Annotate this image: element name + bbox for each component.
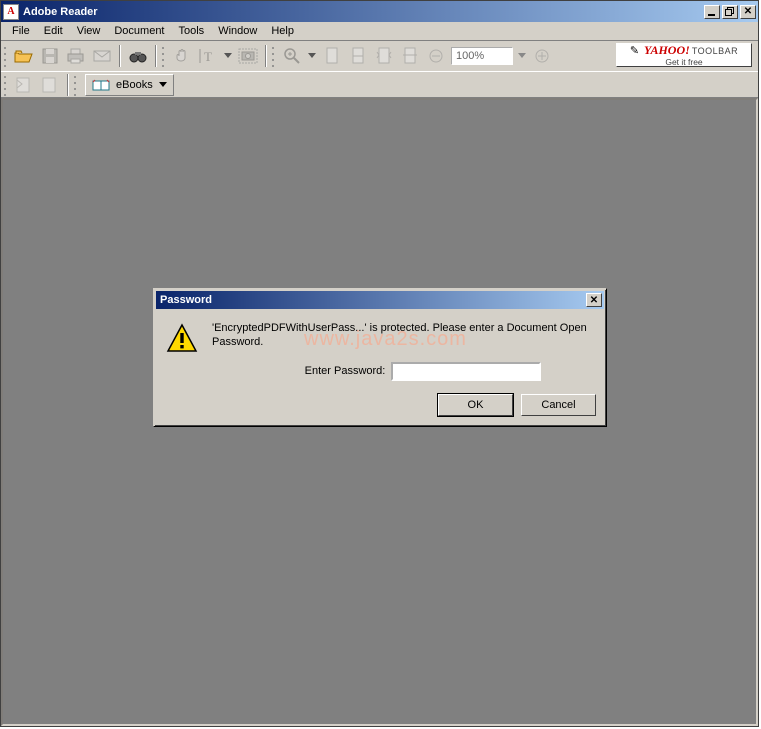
toolbar-grip[interactable] [3, 74, 9, 96]
open-folder-icon [14, 48, 34, 64]
page-icon [351, 47, 365, 65]
menu-edit[interactable]: Edit [37, 23, 70, 39]
password-label: Enter Password: [305, 365, 386, 377]
single-page-button[interactable] [320, 44, 344, 68]
binoculars-icon [129, 48, 147, 64]
zoom-out-button[interactable] [424, 44, 448, 68]
envelope-icon [93, 49, 111, 63]
open-button[interactable] [12, 44, 36, 68]
yahoo-toolbar-text: TOOLBAR [692, 47, 738, 56]
toolbar-separator [265, 45, 267, 67]
menu-document[interactable]: Document [107, 23, 171, 39]
plus-circle-icon [534, 48, 550, 64]
zoom-value[interactable]: 100% [451, 47, 513, 65]
review-button[interactable] [12, 73, 36, 97]
zoom-dropdown[interactable] [305, 47, 319, 65]
menu-help[interactable]: Help [264, 23, 301, 39]
hand-icon [174, 47, 190, 65]
zoom-in-button[interactable] [530, 44, 554, 68]
window-controls: ✕ [702, 5, 756, 19]
ebooks-label: eBooks [116, 79, 153, 91]
snapshot-button[interactable] [236, 44, 260, 68]
restore-button[interactable] [722, 5, 738, 19]
magnifier-icon [283, 47, 301, 65]
ebooks-button[interactable]: eBooks [85, 74, 174, 96]
toolbar-separator [155, 45, 157, 67]
zoom-button[interactable] [280, 44, 304, 68]
fit-page-icon [402, 47, 418, 65]
fit-page-button[interactable] [372, 44, 396, 68]
dialog-title-text: Password [160, 294, 212, 306]
svg-text:T: T [204, 49, 212, 64]
minimize-button[interactable] [704, 5, 720, 19]
ebook-icon [92, 78, 110, 92]
application-window: A Adobe Reader ✕ File Edit View Document… [0, 0, 759, 727]
yahoo-subtext: Get it free [665, 58, 702, 67]
yahoo-toolbar-ad[interactable]: ✎ YAHOO! TOOLBAR Get it free [616, 43, 752, 67]
menu-file[interactable]: File [5, 23, 37, 39]
dialog-content: 'EncryptedPDFWithUserPass...' is protect… [212, 321, 594, 381]
ok-button[interactable]: OK [438, 394, 513, 416]
pencil-icon: ✎ [630, 46, 639, 57]
menu-view[interactable]: View [70, 23, 108, 39]
menubar: File Edit View Document Tools Window Hel… [1, 22, 758, 41]
dialog-buttons: OK Cancel [154, 394, 606, 426]
chevron-down-icon [159, 82, 167, 88]
select-text-button[interactable]: T [196, 44, 220, 68]
toolbar-grip[interactable] [73, 74, 79, 96]
diskette-icon [42, 48, 58, 64]
minus-circle-icon [428, 48, 444, 64]
page-icon [325, 47, 339, 65]
fit-width-button[interactable] [398, 44, 422, 68]
toolbar-grip[interactable] [161, 45, 167, 67]
toolbar-grip[interactable] [271, 45, 277, 67]
select-tool-dropdown[interactable] [221, 47, 235, 65]
toolbar-secondary: eBooks [1, 71, 758, 97]
cancel-button[interactable]: Cancel [521, 394, 596, 416]
app-icon: A [3, 4, 19, 20]
password-dialog: Password ✕ www.java2s.com 'EncryptedPDFW… [153, 288, 607, 427]
sign-button[interactable] [38, 73, 62, 97]
zoom-value-dropdown[interactable] [515, 47, 529, 65]
toolbar-main: T [1, 41, 758, 71]
page-icon [15, 77, 33, 93]
printer-icon [67, 48, 85, 64]
password-row: Enter Password: [252, 362, 594, 381]
toolbar-separator [119, 45, 121, 67]
close-button[interactable]: ✕ [740, 5, 756, 19]
toolbar-grip[interactable] [3, 45, 9, 67]
dialog-message: 'EncryptedPDFWithUserPass...' is protect… [212, 321, 594, 350]
camera-icon [238, 48, 258, 64]
continuous-page-button[interactable] [346, 44, 370, 68]
save-button[interactable] [38, 44, 62, 68]
dialog-close-button[interactable]: ✕ [586, 293, 602, 307]
email-button[interactable] [90, 44, 114, 68]
hand-tool-button[interactable] [170, 44, 194, 68]
print-button[interactable] [64, 44, 88, 68]
find-button[interactable] [126, 44, 150, 68]
dialog-titlebar: Password ✕ [156, 291, 604, 309]
menu-window[interactable]: Window [211, 23, 264, 39]
toolbars: T [1, 41, 758, 98]
titlebar: A Adobe Reader ✕ [1, 1, 758, 22]
fit-page-icon [376, 47, 392, 65]
yahoo-logo: YAHOO! [644, 44, 690, 56]
toolbar-separator [67, 74, 69, 96]
menu-tools[interactable]: Tools [172, 23, 212, 39]
app-title: Adobe Reader [23, 6, 702, 18]
dialog-body: www.java2s.com 'EncryptedPDFWithUserPass… [154, 311, 606, 394]
text-select-icon: T [198, 47, 218, 65]
page-icon [41, 77, 59, 93]
password-input[interactable] [391, 362, 541, 381]
warning-icon [166, 323, 198, 355]
